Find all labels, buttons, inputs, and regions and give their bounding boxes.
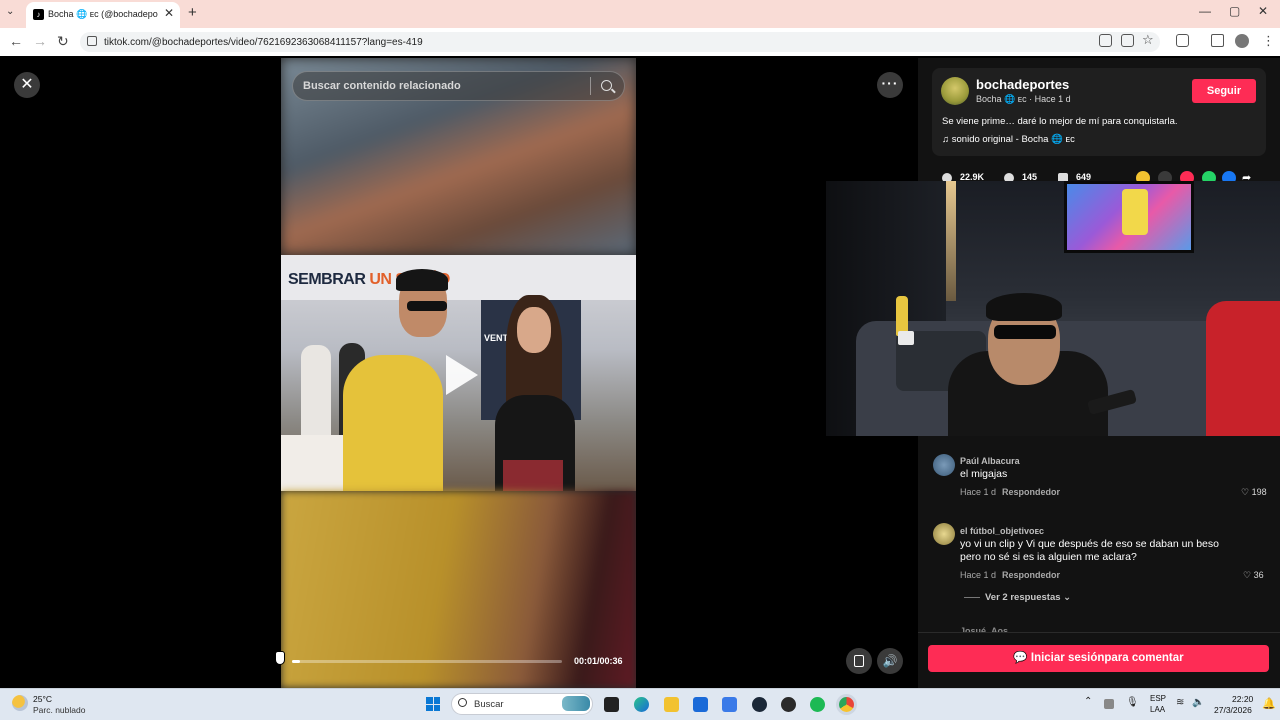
tv-character xyxy=(1122,189,1148,235)
tab-title: Bocha 🌐 ᴇᴄ (@bochadeportes) | xyxy=(48,9,158,19)
comment-like-button[interactable]: ♡ 198 xyxy=(1241,487,1267,498)
site-info-icon[interactable] xyxy=(87,36,97,46)
comment-text: yo vi un clip y Vi que después de eso se… xyxy=(960,538,1219,563)
maximize-button[interactable]: ▢ xyxy=(1229,4,1240,18)
streamer-hair xyxy=(986,293,1062,321)
reading-list-icon[interactable] xyxy=(1211,34,1224,47)
woman-skirt xyxy=(503,460,563,491)
webcam-overlay xyxy=(826,181,1280,436)
notifications-icon[interactable]: 🔔 xyxy=(1262,697,1276,710)
search-highlight-icon xyxy=(562,696,590,711)
tray-app-icon[interactable] xyxy=(1104,699,1114,709)
start-button[interactable] xyxy=(426,697,440,711)
task-view-icon[interactable] xyxy=(604,697,619,712)
forward-icon[interactable]: → xyxy=(33,33,47,49)
video-time: 00:01/00:36 xyxy=(574,656,623,666)
outlook-icon[interactable] xyxy=(722,697,737,712)
search-icon[interactable] xyxy=(601,80,612,91)
edge-icon[interactable] xyxy=(634,697,649,712)
comment-text: el migajas xyxy=(960,468,1008,480)
commenter-avatar[interactable] xyxy=(933,454,955,476)
man-figure xyxy=(343,355,443,491)
tray-chevron-icon[interactable]: ⌃ xyxy=(1084,696,1092,707)
comment-like-button[interactable]: ♡ 36 xyxy=(1243,570,1264,581)
search-divider xyxy=(590,77,591,95)
reply-button[interactable]: Respondedor xyxy=(1002,570,1060,580)
author-avatar[interactable] xyxy=(941,77,969,105)
more-options-button[interactable]: ··· xyxy=(877,72,903,98)
video-player[interactable]: SEMBRAR UN SUEÑO VENTAS xyxy=(281,58,636,688)
pip-icon xyxy=(854,655,864,667)
steam-icon[interactable] xyxy=(752,697,767,712)
commenter-avatar[interactable] xyxy=(933,523,955,545)
minimize-button[interactable]: — xyxy=(1199,4,1211,18)
video-progress-fill xyxy=(292,660,300,663)
hand-cursor-icon xyxy=(275,651,285,665)
mug xyxy=(898,331,914,345)
back-icon[interactable]: ← xyxy=(9,33,23,49)
streamer-sunglasses xyxy=(994,325,1056,339)
taskbar-search-placeholder: Buscar xyxy=(474,699,504,710)
chrome-menu-icon[interactable]: ⋮ xyxy=(1262,33,1275,49)
woman-face xyxy=(517,307,551,353)
video-description: Se viene prime… daré lo mejor de mí para… xyxy=(942,116,1178,127)
weather-condition[interactable]: Parc. nublado xyxy=(33,705,85,715)
volume-button[interactable]: 🔊 xyxy=(877,648,903,674)
commenter-name[interactable]: Paúl Albacura xyxy=(960,456,1020,466)
browser-tab[interactable]: ♪ Bocha 🌐 ᴇᴄ (@bochadeportes) | ✕ xyxy=(26,2,180,28)
login-to-comment-button[interactable]: 💬 Iniciar sesiónpara comentar xyxy=(928,645,1269,672)
install-app-icon[interactable] xyxy=(1121,34,1134,47)
bottle xyxy=(896,296,908,336)
comment-time: Hace 1 d xyxy=(960,487,997,497)
man-hair xyxy=(396,269,448,291)
reload-icon[interactable]: ↻ xyxy=(57,33,69,50)
clock-time[interactable]: 22:20 xyxy=(1232,694,1253,704)
input-layout[interactable]: LAA xyxy=(1150,705,1165,714)
sound-link[interactable]: ♫ sonido original - Bocha 🌐 ᴇᴄ xyxy=(942,134,1075,145)
window-close-button[interactable]: ✕ xyxy=(1258,4,1268,18)
related-search-placeholder: Buscar contenido relacionado xyxy=(303,80,461,92)
weather-temp[interactable]: 25°C xyxy=(33,694,52,704)
translate-icon[interactable] xyxy=(1099,34,1112,47)
chrome-icon[interactable] xyxy=(839,697,854,712)
reply-button[interactable]: Respondedor xyxy=(1002,487,1060,497)
new-tab-button[interactable]: + xyxy=(188,4,197,21)
obs-icon[interactable] xyxy=(781,697,796,712)
microphone-icon[interactable]: 🎙 xyxy=(1126,697,1139,708)
profile-avatar[interactable] xyxy=(1235,34,1249,48)
speaker-icon[interactable]: 🔈 xyxy=(1192,697,1204,708)
tab-search-icon[interactable]: ⌄ xyxy=(6,6,14,17)
follow-button[interactable]: Seguir xyxy=(1192,79,1256,103)
input-language[interactable]: ESP xyxy=(1150,694,1166,703)
commenter-name[interactable]: el fútbol_objetivoᴇᴄ xyxy=(960,526,1044,536)
url-text[interactable]: tiktok.com/@bochadeportes/video/76216923… xyxy=(104,37,423,48)
video-progress-bar[interactable] xyxy=(292,660,562,663)
author-username[interactable]: bochadeportes xyxy=(976,77,1069,92)
gaming-chair xyxy=(1206,301,1280,436)
bookmark-star-icon[interactable]: ☆ xyxy=(1142,32,1154,48)
comment-time: Hace 1 d xyxy=(960,570,997,580)
view-replies-button[interactable]: Ver 2 respuestas ⌄ xyxy=(985,592,1071,603)
clock-date[interactable]: 27/3/2026 xyxy=(1214,705,1252,715)
tiktok-favicon-icon: ♪ xyxy=(33,9,44,20)
spotify-icon[interactable] xyxy=(810,697,825,712)
author-subline: Bocha 🌐 ᴇᴄ · Hace 1 d xyxy=(976,94,1071,104)
picture-in-picture-button[interactable] xyxy=(846,648,872,674)
wall-light xyxy=(946,181,956,301)
background-table xyxy=(281,435,351,491)
tab-close-icon[interactable]: ✕ xyxy=(164,6,174,20)
search-icon xyxy=(458,698,467,707)
man-sunglasses xyxy=(407,301,447,311)
store-icon[interactable] xyxy=(693,697,708,712)
close-video-button[interactable]: ✕ xyxy=(14,72,40,98)
weather-icon[interactable] xyxy=(12,695,28,711)
replies-divider xyxy=(964,597,980,598)
play-icon[interactable] xyxy=(446,355,478,395)
extensions-icon[interactable] xyxy=(1176,34,1189,47)
file-explorer-icon[interactable] xyxy=(664,697,679,712)
wifi-icon[interactable]: ≋ xyxy=(1176,697,1184,708)
